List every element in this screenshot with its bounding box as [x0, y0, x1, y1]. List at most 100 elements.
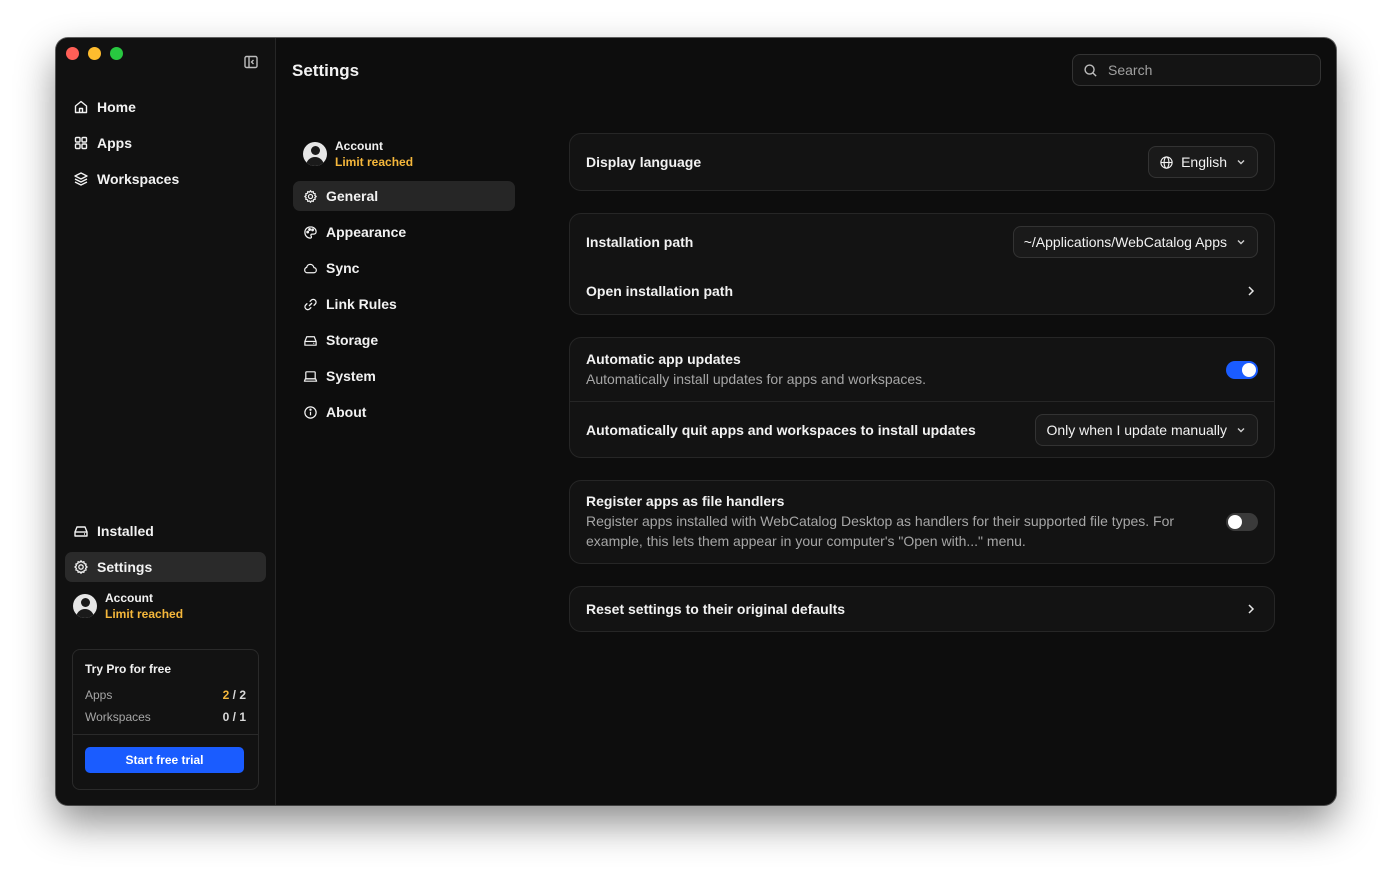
- installation-path-select[interactable]: ~/Applications/WebCatalog Apps: [1012, 226, 1258, 258]
- apps-usage-value: 2 / 2: [223, 688, 246, 702]
- subnav-item-link-rules[interactable]: Link Rules: [293, 289, 515, 319]
- subnav-item-sync[interactable]: Sync: [293, 253, 515, 283]
- subnav-account[interactable]: Account Limit reached: [293, 134, 515, 174]
- auto-updates-row: Automatic app updates Automatically inst…: [570, 338, 1274, 401]
- subnav-item-label: Link Rules: [326, 296, 397, 312]
- toggle-knob: [1228, 515, 1242, 529]
- subnav-item-system[interactable]: System: [293, 361, 515, 391]
- auto-updates-toggle[interactable]: [1226, 360, 1258, 379]
- account-text: Account Limit reached: [105, 590, 183, 622]
- chevron-down-icon: [1237, 427, 1245, 432]
- subnav-item-label: Sync: [326, 260, 360, 276]
- sidebar-item-label: Installed: [97, 523, 154, 539]
- subnav-item-appearance[interactable]: Appearance: [293, 217, 515, 247]
- gear-icon: [304, 189, 317, 203]
- layers-icon: [74, 172, 88, 186]
- sidebar-toggle-icon[interactable]: [243, 54, 259, 70]
- auto-updates-text: Automatic app updates Automatically inst…: [586, 351, 926, 389]
- main-content: Settings Account Limit reached General A…: [276, 38, 1336, 805]
- file-handlers-label: Register apps as file handlers: [586, 493, 785, 509]
- sidebar-item-label: Workspaces: [97, 171, 180, 187]
- window-controls: [66, 47, 123, 60]
- display-language-label: Display language: [586, 154, 702, 170]
- installation-card: Installation path ~/Applications/WebCata…: [569, 213, 1275, 315]
- workspaces-usage-label: Workspaces: [85, 710, 151, 724]
- sidebar-item-apps[interactable]: Apps: [65, 128, 266, 158]
- auto-updates-description: Automatically install updates for apps a…: [586, 370, 927, 387]
- settings-subnav: Account Limit reached General Appearance…: [293, 134, 515, 433]
- sidebar-item-label: Apps: [97, 135, 132, 151]
- auto-quit-value: Only when I update manually: [1046, 421, 1227, 438]
- file-handlers-text: Register apps as file handlers Register …: [586, 493, 1226, 551]
- start-free-trial-button[interactable]: Start free trial: [85, 747, 244, 773]
- sidebar-nav: Home Apps Workspaces: [65, 92, 266, 200]
- file-handlers-toggle[interactable]: [1226, 513, 1258, 531]
- search-icon: [1084, 63, 1097, 77]
- subnav-item-storage[interactable]: Storage: [293, 325, 515, 355]
- sidebar-item-home[interactable]: Home: [65, 92, 266, 122]
- subnav-item-general[interactable]: General: [293, 181, 515, 211]
- workspaces-usage-value: 0 / 1: [222, 710, 246, 724]
- sidebar-item-label: Home: [97, 99, 136, 115]
- apps-usage-label: Apps: [85, 688, 113, 702]
- close-window-button[interactable]: [66, 47, 79, 60]
- search-input[interactable]: [1108, 62, 1298, 78]
- reset-card: Reset settings to their original default…: [569, 586, 1275, 632]
- link-icon: [304, 298, 317, 310]
- sidebar-item-installed[interactable]: Installed: [65, 516, 266, 546]
- auto-updates-label: Automatic app updates: [586, 350, 741, 367]
- settings-content: Display language English Installation pa…: [569, 133, 1275, 654]
- globe-icon: [1160, 155, 1173, 169]
- palette-icon: [304, 225, 317, 239]
- sidebar: Home Apps Workspaces Installed Settings: [56, 38, 276, 805]
- pro-card-title: Try Pro for free: [85, 662, 172, 676]
- grid-icon: [74, 136, 88, 150]
- auto-quit-label: Automatically quit apps and workspaces t…: [586, 421, 976, 438]
- language-select[interactable]: English: [1148, 146, 1258, 178]
- drive-icon: [304, 335, 317, 346]
- sidebar-item-workspaces[interactable]: Workspaces: [65, 164, 266, 194]
- subnav-item-label: System: [326, 368, 376, 384]
- reset-settings-row[interactable]: Reset settings to their original default…: [570, 587, 1274, 631]
- zoom-window-button[interactable]: [110, 47, 123, 60]
- info-icon: [304, 405, 317, 419]
- sidebar-account[interactable]: Account Limit reached: [65, 588, 266, 624]
- account-name: Account: [105, 591, 153, 605]
- account-status: Limit reached: [335, 155, 414, 169]
- installation-path-label: Installation path: [586, 234, 694, 250]
- cloud-icon: [304, 263, 317, 273]
- minimize-window-button[interactable]: [88, 47, 101, 60]
- chevron-right-icon: [1248, 604, 1255, 614]
- gear-icon: [74, 560, 88, 574]
- file-handlers-description: Register apps installed with WebCatalog …: [586, 513, 1175, 549]
- account-status: Limit reached: [105, 607, 184, 621]
- apps-usage-row: Apps 2 / 2: [85, 684, 246, 706]
- subnav-item-label: Appearance: [326, 224, 407, 240]
- sidebar-bottom-nav: Installed Settings Account Limit reached: [65, 516, 266, 624]
- subnav-item-about[interactable]: About: [293, 397, 515, 427]
- display-language-card: Display language English: [569, 133, 1275, 191]
- apps-total-count: / 2: [229, 688, 246, 702]
- auto-quit-row: Automatically quit apps and workspaces t…: [570, 401, 1274, 457]
- drive-icon: [74, 526, 88, 537]
- chevron-down-icon: [1237, 240, 1245, 245]
- updates-card: Automatic app updates Automatically inst…: [569, 337, 1275, 458]
- open-installation-path-label: Open installation path: [586, 283, 734, 299]
- language-value: English: [1181, 154, 1227, 170]
- installation-path-value: ~/Applications/WebCatalog Apps: [1023, 234, 1227, 250]
- account-text: Account Limit reached: [335, 138, 413, 170]
- subnav-item-label: Storage: [326, 332, 379, 348]
- app-window: Home Apps Workspaces Installed Settings: [56, 38, 1336, 805]
- chevron-right-icon: [1248, 286, 1255, 296]
- page-title: Settings: [292, 61, 360, 80]
- avatar: [303, 142, 327, 166]
- sidebar-item-settings[interactable]: Settings: [65, 552, 266, 582]
- subnav-item-label: About: [326, 404, 367, 420]
- auto-quit-select[interactable]: Only when I update manually: [1035, 413, 1258, 446]
- toggle-knob: [1242, 362, 1256, 377]
- workspaces-usage-row: Workspaces 0 / 1: [85, 706, 246, 728]
- file-handlers-card: Register apps as file handlers Register …: [569, 480, 1275, 564]
- sidebar-item-label: Settings: [97, 559, 153, 575]
- open-installation-path-row[interactable]: Open installation path: [570, 270, 1274, 314]
- search-box[interactable]: [1072, 54, 1321, 86]
